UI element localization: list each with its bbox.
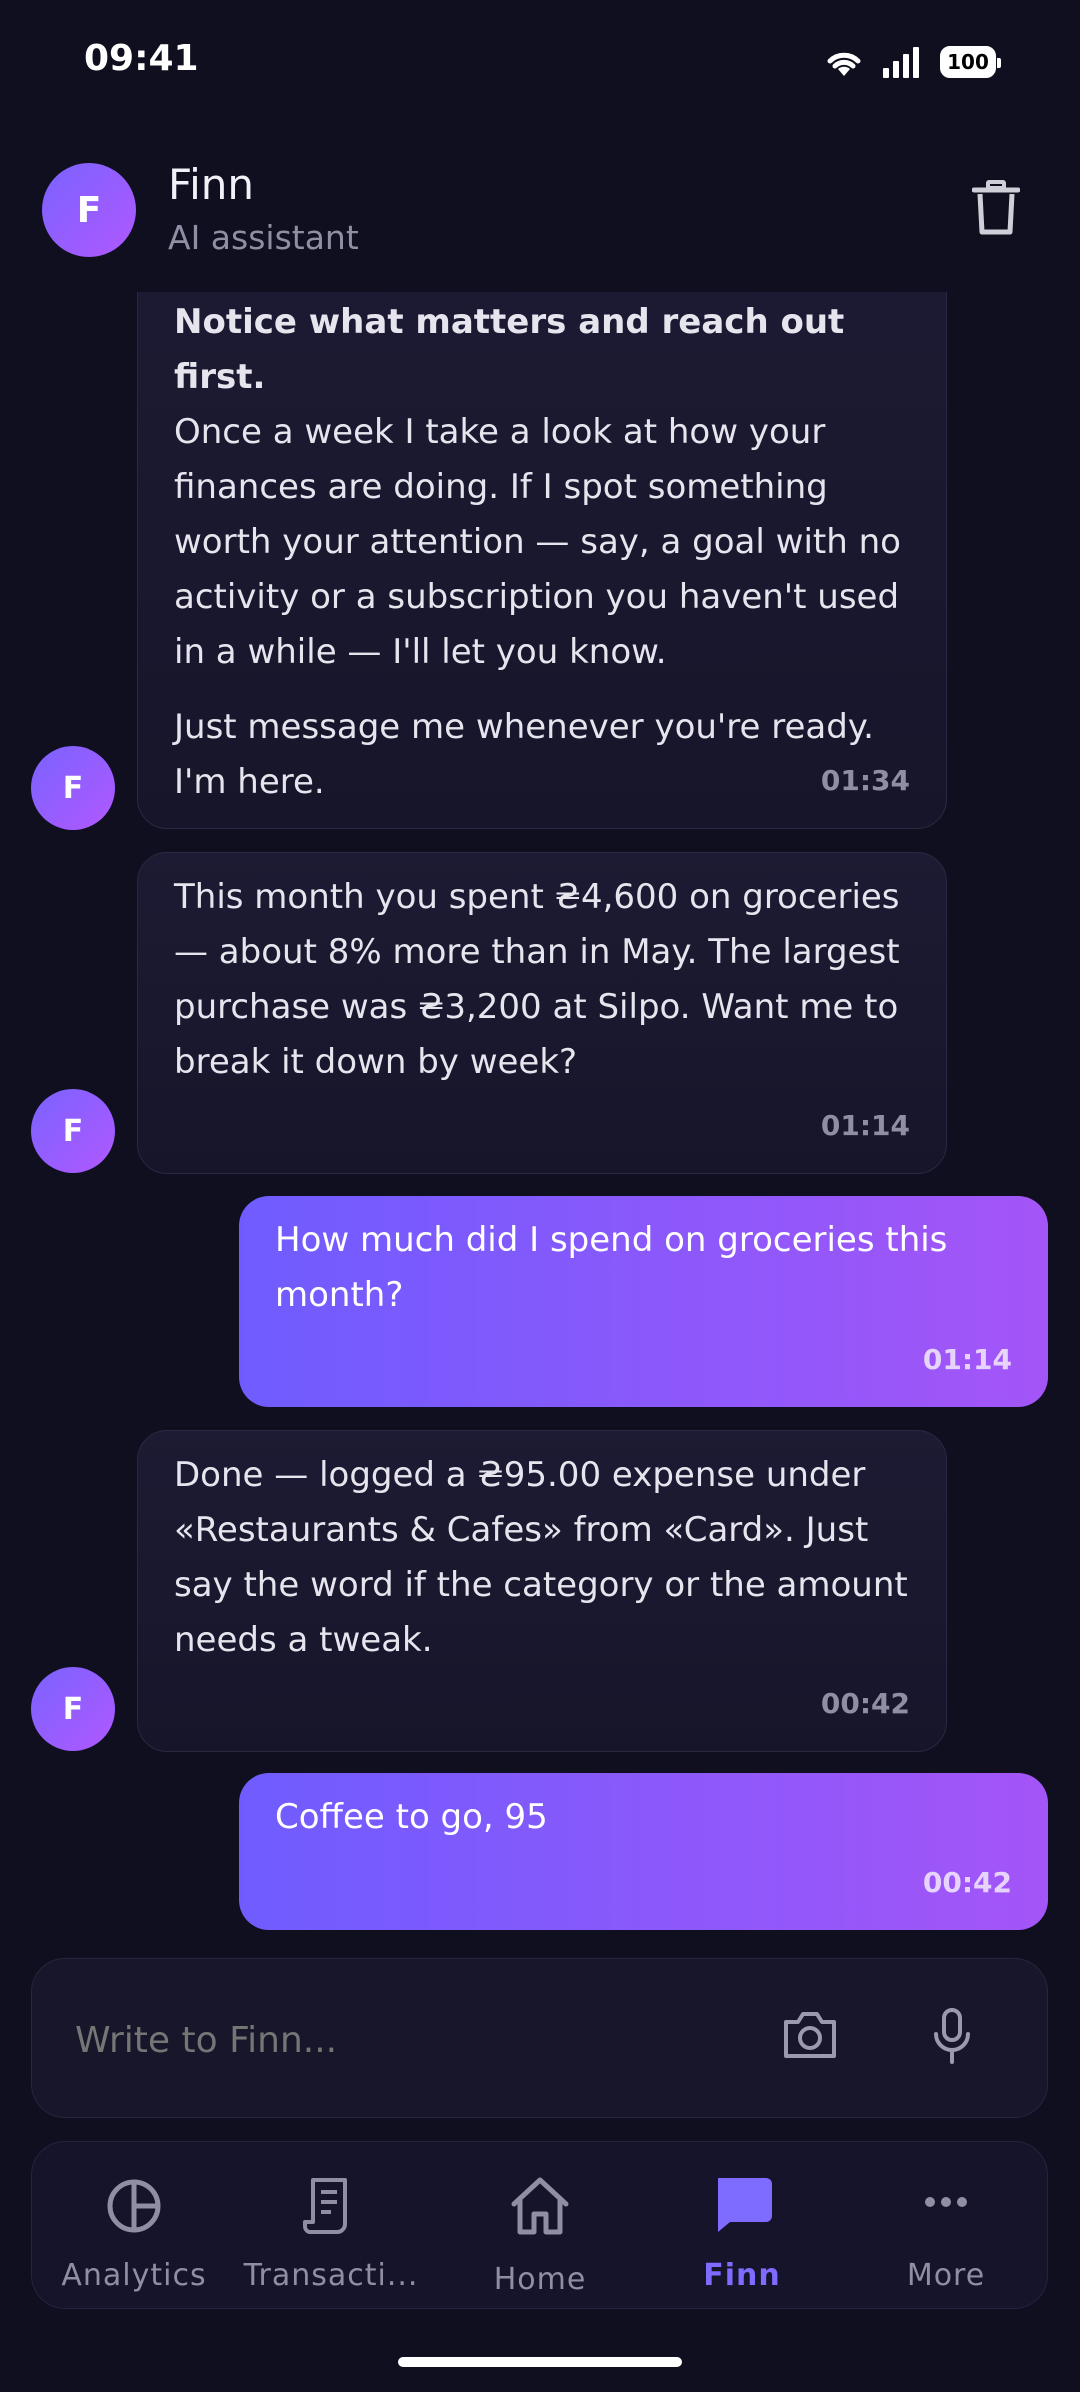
ai-message: This month you spent ₴4,600 on groceries… <box>137 852 947 1174</box>
message-input[interactable] <box>75 2020 695 2061</box>
signal-icon <box>883 47 919 78</box>
message-text: Done — logged a ₴95.00 expense under «Re… <box>174 1455 908 1660</box>
user-message: Coffee to go, 95 00:42 <box>239 1773 1048 1930</box>
assistant-subtitle: AI assistant <box>168 218 359 257</box>
assistant-avatar: F <box>42 163 136 257</box>
message-text: Once a week I take a look at how your fi… <box>174 412 901 672</box>
message-text: This month you spent ₴4,600 on groceries… <box>174 877 900 1082</box>
message-time: 01:14 <box>922 1343 1012 1376</box>
message-heading: Notice what matters and reach out first. <box>174 302 845 397</box>
message-text: Coffee to go, 95 <box>275 1797 548 1837</box>
avatar-letter: F <box>62 1691 84 1727</box>
pie-chart-icon <box>107 2179 161 2233</box>
ai-avatar: F <box>31 1667 115 1751</box>
message-text: Just message me whenever you're ready. I… <box>174 707 874 802</box>
battery-level: 100 <box>947 50 989 74</box>
chat-icon <box>718 2178 772 2232</box>
nav-label: Transacti... <box>243 2258 419 2293</box>
receipt-icon <box>303 2178 347 2234</box>
status-icons: 100 <box>824 42 1001 82</box>
message-time: 01:34 <box>820 764 910 797</box>
avatar-letter: F <box>76 189 102 231</box>
assistant-name: Finn <box>168 160 255 209</box>
battery-icon: 100 <box>940 46 1001 78</box>
ai-avatar: F <box>31 746 115 830</box>
message-text: How much did I spend on groceries this m… <box>275 1220 948 1315</box>
avatar-letter: F <box>62 770 84 806</box>
ai-avatar: F <box>31 1089 115 1173</box>
avatar-letter: F <box>62 1113 84 1149</box>
wifi-icon <box>827 52 861 76</box>
more-icon <box>925 2197 967 2207</box>
nav-label: Analytics <box>61 2258 207 2293</box>
microphone-icon[interactable] <box>932 2008 972 2064</box>
home-indicator <box>398 2357 682 2367</box>
camera-icon[interactable] <box>782 2008 838 2060</box>
user-message: How much did I spend on groceries this m… <box>239 1196 1048 1407</box>
message-time: 00:42 <box>922 1866 1012 1899</box>
trash-icon[interactable] <box>972 180 1020 236</box>
status-time: 09:41 <box>84 38 199 79</box>
nav-label: Finn <box>703 2258 781 2293</box>
nav-label: More <box>906 2258 986 2293</box>
ai-message: Done — logged a ₴95.00 expense under «Re… <box>137 1430 947 1752</box>
nav-label: Home <box>493 2262 587 2297</box>
home-icon <box>511 2177 569 2235</box>
chat-messages[interactable]: Notice what matters and reach out first.… <box>0 292 1080 1932</box>
ai-message: Notice what matters and reach out first.… <box>137 292 947 829</box>
message-time: 00:42 <box>820 1687 910 1720</box>
message-time: 01:14 <box>820 1109 910 1142</box>
